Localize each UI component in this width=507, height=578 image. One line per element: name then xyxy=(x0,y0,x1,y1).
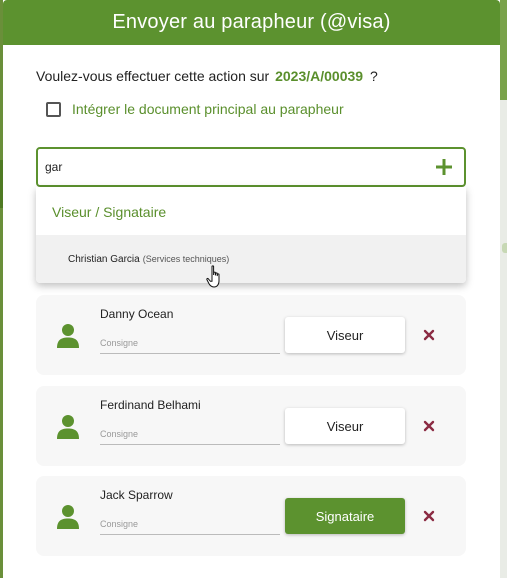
document-reference: 2023/A/00039 xyxy=(275,68,364,84)
consigne-input[interactable] xyxy=(100,513,280,535)
modal-title: Envoyer au parapheur (@visa) xyxy=(112,11,391,33)
role-button[interactable]: Viseur xyxy=(285,408,405,444)
user-name: Jack Sparrow xyxy=(100,488,173,502)
plus-icon[interactable] xyxy=(429,152,459,182)
user-name: Danny Ocean xyxy=(100,307,174,321)
role-button[interactable]: Viseur xyxy=(285,317,405,353)
question-text: Voulez-vous effectuer cette action sur xyxy=(36,68,270,84)
delete-icon[interactable] xyxy=(422,509,436,523)
question-mark: ? xyxy=(369,68,378,84)
user-icon xyxy=(56,504,80,535)
option-user-name: Christian Garcia xyxy=(68,253,140,265)
user-icon xyxy=(56,323,80,354)
workflow-item: Danny Ocean Viseur xyxy=(36,295,466,375)
dropdown-option-christian-garcia[interactable]: Christian Garcia (Services techniques) xyxy=(36,235,466,283)
include-main-document-label[interactable]: Intégrer le document principal au paraph… xyxy=(72,101,344,117)
user-search-field xyxy=(36,147,466,187)
include-main-document-row[interactable]: Intégrer le document principal au paraph… xyxy=(46,101,344,117)
background-badge-edge xyxy=(502,243,507,253)
consigne-input[interactable] xyxy=(100,423,280,445)
background-header-edge xyxy=(500,0,507,100)
workflow-item: Jack Sparrow Signataire xyxy=(36,476,466,556)
hand-pointer-icon xyxy=(206,265,224,294)
role-button[interactable]: Signataire xyxy=(285,498,405,534)
user-name: Ferdinand Belhami xyxy=(100,398,201,412)
dropdown-group-label: Viseur / Signataire xyxy=(52,204,167,220)
delete-icon[interactable] xyxy=(422,419,436,433)
user-search-input[interactable] xyxy=(38,149,429,185)
delete-icon[interactable] xyxy=(422,328,436,342)
user-icon xyxy=(56,414,80,445)
modal-header: Envoyer au parapheur (@visa) xyxy=(3,0,500,45)
send-to-parapheur-modal: Envoyer au parapheur (@visa) Voulez-vous… xyxy=(3,0,500,578)
option-user-service: (Services techniques) xyxy=(142,254,230,264)
search-results-dropdown: Viseur / Signataire Christian Garcia (Se… xyxy=(36,187,466,283)
include-main-document-checkbox[interactable] xyxy=(46,101,61,117)
confirmation-question: Voulez-vous effectuer cette action sur 2… xyxy=(36,68,378,84)
workflow-item: Ferdinand Belhami Viseur xyxy=(36,386,466,466)
consigne-input[interactable] xyxy=(100,332,280,354)
